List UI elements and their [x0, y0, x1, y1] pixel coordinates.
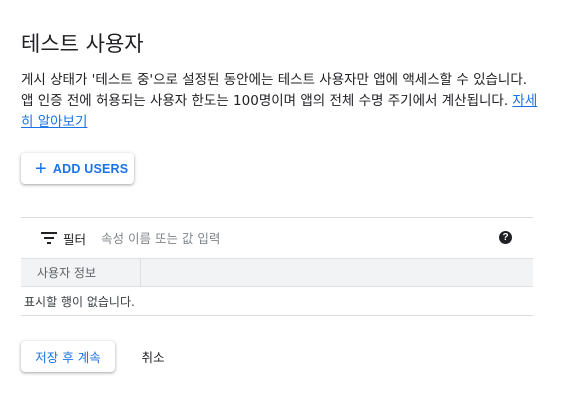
- help-icon[interactable]: ?: [499, 231, 512, 244]
- filter-label: 필터: [63, 231, 87, 247]
- plus-icon: +: [35, 157, 47, 180]
- cancel-button[interactable]: 취소: [128, 341, 178, 372]
- add-users-label: ADD USERS: [52, 161, 129, 176]
- table-header: 사용자 정보: [21, 258, 533, 287]
- empty-table-message: 표시할 행이 없습니다.: [21, 287, 533, 316]
- filter-icon[interactable]: [41, 232, 57, 244]
- page-title: 테스트 사용자: [21, 32, 144, 56]
- add-users-button[interactable]: + ADD USERS: [21, 153, 134, 184]
- description-text: 게시 상태가 '테스트 중'으로 설정된 동안에는 테스트 사용자만 앱에 액세…: [21, 72, 528, 109]
- column-header-user-info[interactable]: 사용자 정보: [21, 259, 141, 286]
- filter-input[interactable]: [99, 229, 404, 247]
- page-description: 게시 상태가 '테스트 중'으로 설정된 동안에는 테스트 사용자만 앱에 액세…: [21, 70, 541, 133]
- filter-bar: 필터 ?: [21, 218, 533, 258]
- save-and-continue-button[interactable]: 저장 후 계속: [21, 341, 115, 372]
